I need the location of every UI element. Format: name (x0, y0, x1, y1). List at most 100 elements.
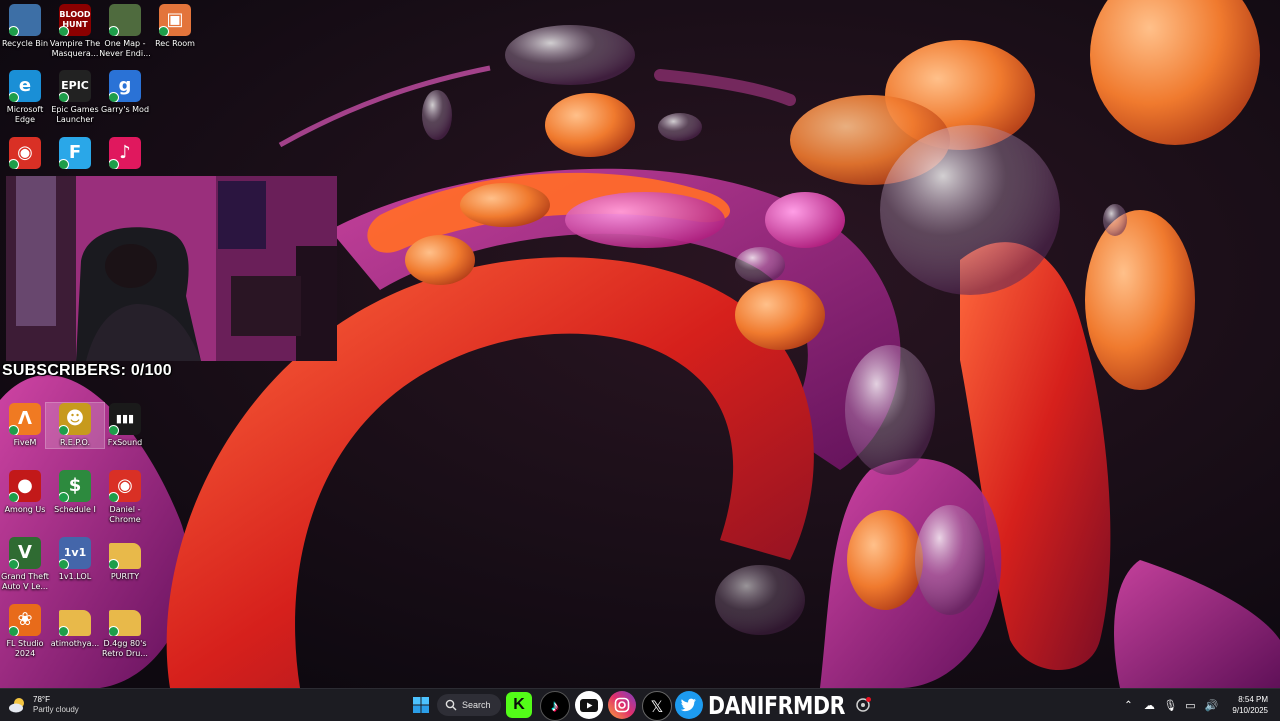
volume-icon[interactable]: 🔊 (1200, 699, 1222, 712)
tiktok-live-icon: ♪ (109, 137, 141, 169)
sync-check-icon (9, 92, 19, 102)
partly-cloudy-icon (9, 698, 24, 713)
desktop-icon-tiktok-live[interactable]: ♪ (96, 137, 154, 172)
icon-glyph: EPIC (61, 79, 89, 92)
icon-glyph: ◉ (17, 142, 33, 163)
search-icon (445, 699, 457, 711)
microphone-icon[interactable]: 🎙 (1160, 699, 1180, 712)
desktop-icon-label: PURITY (110, 572, 140, 581)
sync-check-icon (59, 492, 69, 502)
twitter-icon[interactable] (675, 691, 703, 719)
folder-icon (109, 543, 141, 569)
taskbar: 78°F Partly cloudy Search K ♪ 𝕏 DANIFRMD… (0, 688, 1280, 721)
sync-check-icon (109, 626, 119, 636)
sync-check-icon (9, 559, 19, 569)
1v1lol-icon: 1v1 (59, 537, 91, 569)
clock[interactable]: 8:54 PM 9/10/2025 (1232, 694, 1268, 716)
start-button[interactable] (409, 693, 433, 717)
fivem-icon: Λ (9, 403, 41, 435)
desktop-icon-garrys-mod[interactable]: g Garry's Mod (96, 70, 154, 115)
youtube-icon[interactable] (575, 691, 603, 719)
desktop-icon-label: Garry's Mod (100, 105, 150, 114)
chrome-icon: ◉ (109, 470, 141, 502)
chrome-icon: ◉ (9, 137, 41, 169)
gta-icon: V (9, 537, 41, 569)
icon-glyph: Λ (18, 408, 32, 429)
icon-glyph: e (18, 75, 32, 96)
clock-date: 9/10/2025 (1232, 706, 1268, 715)
icon-glyph: F (68, 142, 82, 163)
weather-condition: Partly cloudy (33, 705, 79, 714)
network-icon[interactable]: ▭ (1180, 699, 1200, 712)
subscriber-counter: SUBSCRIBERS: 0/100 (2, 362, 172, 379)
desktop-icon-label: D.4gg 80's Retro Dru... (102, 639, 148, 658)
sync-check-icon (59, 159, 69, 169)
instagram-icon[interactable] (608, 691, 636, 719)
icon-glyph: ♪ (119, 142, 131, 163)
schedule-icon: $ (59, 470, 91, 502)
windows-logo-icon (413, 697, 429, 713)
app-gear-icon (856, 697, 871, 712)
sync-check-icon (9, 492, 19, 502)
kick-icon[interactable]: K (506, 692, 532, 718)
sync-check-icon (59, 559, 69, 569)
desktop-icon-rec-room[interactable]: ▣ Rec Room (146, 4, 204, 49)
instagram-camera-icon (614, 697, 630, 713)
desktop-icon-chrome[interactable]: ◉ Daniel - Chrome (96, 470, 154, 525)
icon-glyph: ☻ (65, 408, 85, 429)
desktop-icon-label: Daniel - Chrome (109, 505, 141, 524)
show-hidden-icons-chevron-icon[interactable]: ⌃ (1118, 700, 1138, 711)
webcam-feed-image (6, 176, 337, 361)
onedrive-cloud-icon[interactable]: ☁ (1138, 699, 1160, 712)
sync-check-icon (9, 26, 19, 36)
icon-glyph: ❀ (17, 609, 33, 630)
app-icon[interactable] (849, 691, 877, 719)
icon-glyph: ▮▮▮ (115, 412, 135, 425)
desktop-icon-label: FxSound (107, 438, 143, 447)
webcam-overlay (6, 176, 337, 361)
sync-check-icon (9, 626, 19, 636)
icon-glyph: V (18, 542, 32, 563)
desktop-icon-label: Rec Room (155, 39, 195, 48)
icon-glyph: ▣ (166, 9, 184, 30)
sync-check-icon (59, 26, 69, 36)
search-label: Search (462, 700, 491, 710)
among-us-icon: ● (9, 470, 41, 502)
desktop-icon-folder[interactable]: PURITY (96, 537, 154, 582)
icon-glyph: $ (68, 475, 82, 496)
desktop-icon-folder[interactable]: D.4gg 80's Retro Dru... (96, 604, 154, 659)
icon-glyph: g (118, 75, 132, 96)
epic-games-icon: EPIC (59, 70, 91, 102)
recycle-bin-icon (9, 4, 41, 36)
fortnite-icon: F (59, 137, 91, 169)
vampire-icon: BLOOD HUNT (59, 4, 91, 36)
sync-check-icon (159, 26, 169, 36)
icon-glyph: ● (17, 475, 33, 496)
garrys-mod-icon: g (109, 70, 141, 102)
clock-time: 8:54 PM (1238, 695, 1268, 704)
sync-check-icon (109, 26, 119, 36)
taskbar-search[interactable]: Search (437, 694, 501, 716)
sync-check-icon (59, 92, 69, 102)
twitter-bird-icon (681, 698, 696, 712)
weather-widget[interactable]: 78°F Partly cloudy (8, 692, 79, 718)
sync-check-icon (109, 559, 119, 569)
sync-check-icon (59, 425, 69, 435)
sync-check-icon (9, 425, 19, 435)
fxsound-icon: ▮▮▮ (109, 403, 141, 435)
repo-icon: ☻ (59, 403, 91, 435)
rec-room-icon: ▣ (159, 4, 191, 36)
fl-studio-icon: ❀ (9, 604, 41, 636)
brand-name: DANIFRMDR (708, 690, 845, 720)
game-icon (109, 4, 141, 36)
sync-check-icon (9, 159, 19, 169)
icon-glyph: 1v1 (63, 546, 87, 559)
folder-icon (109, 610, 141, 636)
folder-icon (59, 610, 91, 636)
x-icon[interactable]: 𝕏 (642, 691, 672, 721)
youtube-play-icon (580, 698, 598, 712)
desktop-icon-fxsound[interactable]: ▮▮▮ FxSound (96, 403, 154, 448)
weather-temperature: 78°F (33, 695, 50, 704)
sync-check-icon (109, 159, 119, 169)
tiktok-icon[interactable]: ♪ (540, 691, 570, 721)
